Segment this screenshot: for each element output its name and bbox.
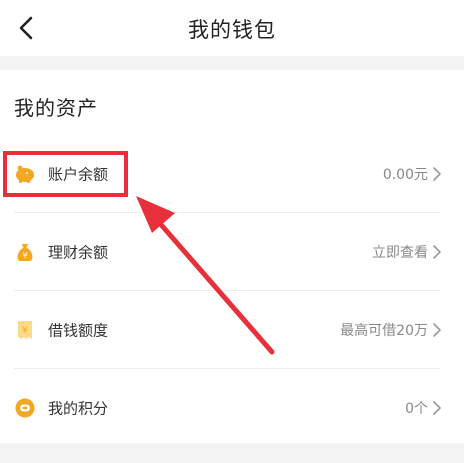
chevron-right-icon xyxy=(433,323,441,337)
row-wealth-balance[interactable]: ¥ 理财余额 立即查看 xyxy=(0,213,464,291)
loan-receipt-icon: ¥ xyxy=(14,319,36,341)
svg-text:¥: ¥ xyxy=(22,251,27,260)
row-loan-limit[interactable]: ¥ 借钱额度 最高可借20万 xyxy=(0,291,464,369)
section-title: 我的资产 xyxy=(14,96,98,120)
header-bar: 我的钱包 xyxy=(0,0,464,56)
highlight-box xyxy=(3,151,128,197)
row-label: 借钱额度 xyxy=(48,321,109,340)
svg-text:¥: ¥ xyxy=(22,326,28,336)
row-my-points[interactable]: 我的积分 0个 xyxy=(0,369,464,447)
points-coin-icon xyxy=(14,397,36,419)
chevron-right-icon xyxy=(433,401,441,415)
row-value: 0个 xyxy=(405,401,428,417)
row-value: 最高可借20万 xyxy=(340,323,428,339)
row-value: 0.00元 xyxy=(382,167,428,183)
row-value: 立即查看 xyxy=(372,245,428,261)
row-label: 我的积分 xyxy=(48,399,109,418)
chevron-right-icon xyxy=(433,167,441,181)
assets-card: 我的资产 账户余额 0.00元 ¥ 理财余额 立即查看 ¥ 借钱额度 最高可借2… xyxy=(0,70,464,443)
money-bag-icon: ¥ xyxy=(14,241,36,263)
row-label: 理财余额 xyxy=(48,243,109,262)
chevron-right-icon xyxy=(433,245,441,259)
page-title: 我的钱包 xyxy=(188,18,276,42)
